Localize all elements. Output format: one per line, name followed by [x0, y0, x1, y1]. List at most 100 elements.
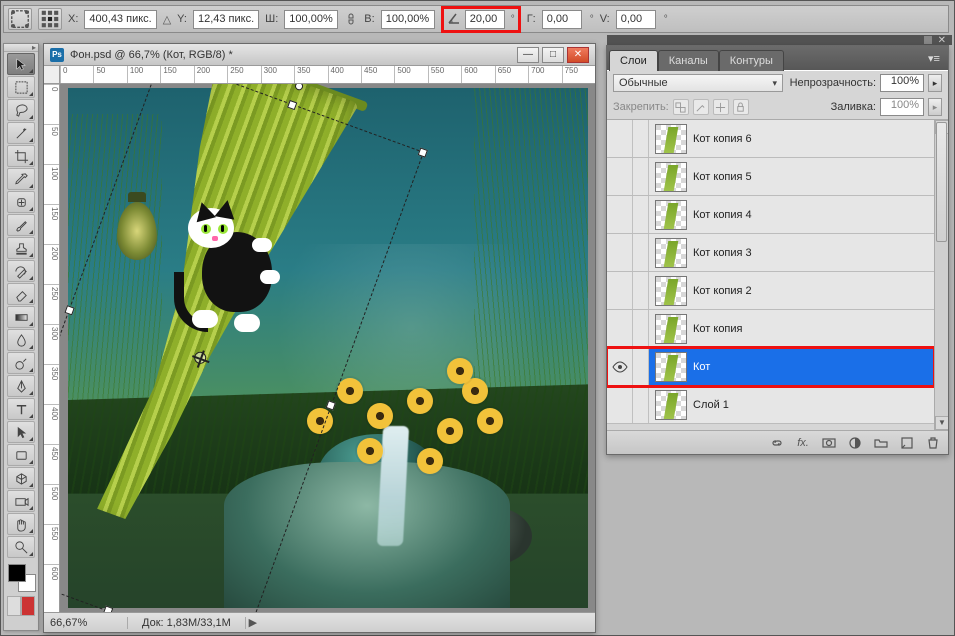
quickmask-toggle[interactable]	[7, 596, 35, 616]
layer-link-cell[interactable]	[633, 386, 649, 423]
dodge-tool[interactable]	[7, 352, 35, 374]
layer-name[interactable]: Кот копия 2	[693, 285, 752, 297]
opacity-field[interactable]: 100%	[880, 74, 924, 92]
layer-row[interactable]: Кот копия 3	[607, 234, 934, 272]
layer-link-cell[interactable]	[633, 348, 649, 385]
layer-link-cell[interactable]	[633, 158, 649, 195]
layer-visibility-toggle[interactable]	[607, 386, 633, 423]
fg-bg-swatch[interactable]	[6, 562, 36, 592]
layer-row[interactable]: Кот копия 2	[607, 272, 934, 310]
x-value-field[interactable]: 400,43 пикс.	[84, 10, 156, 29]
tab-layers[interactable]: Слои	[609, 50, 658, 71]
layer-name[interactable]: Кот копия	[693, 323, 743, 335]
ruler-corner[interactable]	[44, 66, 60, 84]
transform-handle-tc[interactable]	[287, 100, 297, 110]
fill-arrow-icon[interactable]: ▸	[928, 98, 942, 116]
layer-row[interactable]: Слой 1	[607, 386, 934, 424]
layer-visibility-toggle[interactable]	[607, 234, 633, 271]
adjustment-layer-icon[interactable]	[846, 435, 864, 451]
layer-link-cell[interactable]	[633, 120, 649, 157]
layer-fx-icon[interactable]: fx.	[794, 435, 812, 451]
eraser-tool[interactable]	[7, 283, 35, 305]
layer-link-cell[interactable]	[633, 272, 649, 309]
link-layers-icon[interactable]	[768, 435, 786, 451]
layer-name[interactable]: Слой 1	[693, 399, 729, 411]
layer-group-icon[interactable]	[872, 435, 890, 451]
canvas[interactable]	[68, 88, 588, 608]
layer-name[interactable]: Кот копия 5	[693, 171, 752, 183]
angle-value-field[interactable]: 20,00	[465, 10, 505, 29]
layer-link-cell[interactable]	[633, 234, 649, 271]
layer-thumbnail[interactable]	[655, 352, 687, 382]
zoom-display[interactable]: 66,67%	[44, 617, 128, 629]
h-value-field[interactable]: 100,00%	[381, 10, 435, 29]
window-minimize-icon[interactable]: —	[517, 47, 539, 63]
layer-visibility-toggle[interactable]	[607, 310, 633, 347]
zoom-tool[interactable]	[7, 536, 35, 558]
eyedropper-tool[interactable]	[7, 168, 35, 190]
link-wh-icon[interactable]	[344, 10, 358, 28]
window-close-icon[interactable]: ✕	[567, 47, 589, 63]
w-value-field[interactable]: 100,00%	[284, 10, 338, 29]
layer-thumbnail[interactable]	[655, 276, 687, 306]
layer-visibility-toggle[interactable]	[607, 196, 633, 233]
lasso-tool[interactable]	[7, 99, 35, 121]
layer-visibility-toggle[interactable]	[607, 158, 633, 195]
layer-row[interactable]: Кот копия 4	[607, 196, 934, 234]
ruler-vertical[interactable]: 050100150200250300350400450500550600	[44, 84, 60, 612]
layer-link-cell[interactable]	[633, 196, 649, 233]
toolbox-grip[interactable]: ▸	[4, 44, 38, 52]
stamp-tool[interactable]	[7, 237, 35, 259]
blend-mode-select[interactable]: Обычные ▾	[613, 74, 783, 92]
layer-link-cell[interactable]	[633, 310, 649, 347]
layer-thumbnail[interactable]	[655, 390, 687, 420]
opacity-arrow-icon[interactable]: ▸	[928, 74, 942, 92]
hand-tool[interactable]	[7, 513, 35, 535]
new-layer-icon[interactable]	[898, 435, 916, 451]
layer-thumbnail[interactable]	[655, 200, 687, 230]
camera-tool[interactable]	[7, 490, 35, 512]
layer-row-selected[interactable]: Кот	[607, 348, 934, 386]
y-value-field[interactable]: 12,43 пикс.	[193, 10, 259, 29]
layer-name[interactable]: Кот	[693, 361, 710, 373]
transform-handle-ml[interactable]	[64, 305, 74, 315]
panel-collapse-icon[interactable]	[924, 36, 932, 44]
scroll-thumb[interactable]	[936, 122, 947, 242]
pen-tool[interactable]	[7, 375, 35, 397]
lock-all-icon[interactable]	[733, 99, 749, 115]
docinfo-menu-arrow-icon[interactable]: ▶	[246, 616, 260, 629]
transform-pivot[interactable]	[193, 350, 208, 365]
ruler-horizontal[interactable]: 0501001502002503003504004505005506006507…	[60, 66, 595, 84]
delete-layer-icon[interactable]	[924, 435, 942, 451]
layer-visibility-toggle[interactable]	[607, 272, 633, 309]
skew-h-field[interactable]: 0,00	[542, 10, 582, 29]
skew-v-field[interactable]: 0,00	[616, 10, 656, 29]
document-title-bar[interactable]: Ps Фон.psd @ 66,7% (Кот, RGB/8) * — □ ✕	[44, 44, 595, 66]
gradient-tool[interactable]	[7, 306, 35, 328]
lock-position-icon[interactable]	[713, 99, 729, 115]
fill-field[interactable]: 100%	[880, 98, 924, 116]
layer-mask-icon[interactable]	[820, 435, 838, 451]
move-tool[interactable]	[7, 53, 35, 75]
transform-tool-icon[interactable]	[8, 8, 32, 30]
panel-menu-icon[interactable]: ▾≡	[924, 52, 948, 65]
path-select-tool[interactable]	[7, 421, 35, 443]
layer-thumbnail[interactable]	[655, 162, 687, 192]
marquee-tool[interactable]	[7, 76, 35, 98]
lock-pixels-icon[interactable]	[693, 99, 709, 115]
layer-name[interactable]: Кот копия 4	[693, 209, 752, 221]
brush-tool[interactable]	[7, 214, 35, 236]
delta-icon[interactable]: △	[163, 13, 171, 26]
layer-row[interactable]: Кот копия 5	[607, 158, 934, 196]
window-maximize-icon[interactable]: □	[542, 47, 564, 63]
panel-scrollbar[interactable]: ▲ ▼	[934, 120, 948, 430]
layer-name[interactable]: Кот копия 6	[693, 133, 752, 145]
3d-tool[interactable]	[7, 467, 35, 489]
lock-transparency-icon[interactable]	[673, 99, 689, 115]
layer-thumbnail[interactable]	[655, 238, 687, 268]
crop-tool[interactable]	[7, 145, 35, 167]
tab-paths[interactable]: Контуры	[719, 50, 784, 71]
layer-row[interactable]: Кот копия	[607, 310, 934, 348]
transform-handle-tr[interactable]	[418, 147, 428, 157]
layer-visibility-toggle[interactable]	[607, 348, 633, 385]
